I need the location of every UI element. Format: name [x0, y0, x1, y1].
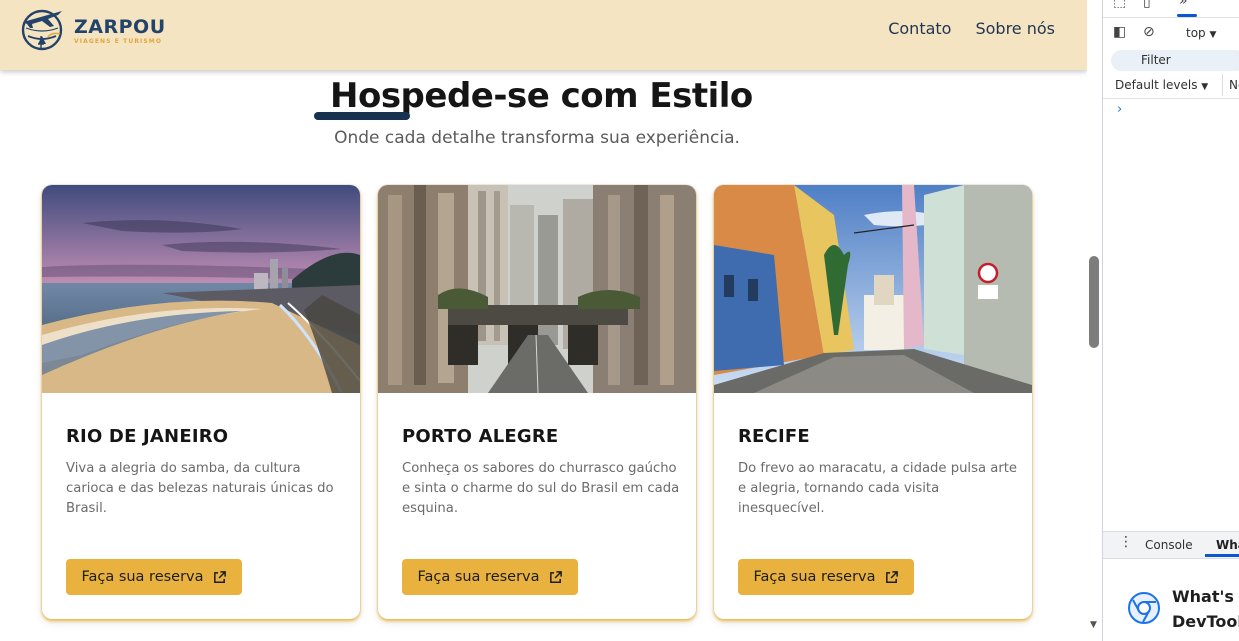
devtools-panel: ⬚ ▯ » ◧ ⊘ top ▼ ▼ Filter Default levels …: [1102, 0, 1239, 641]
nav-link-sobre-nos[interactable]: Sobre nós: [975, 18, 1055, 40]
drawer-tab-whats-new[interactable]: Wha: [1216, 538, 1239, 552]
reserve-button-recife[interactable]: Faça sua reserva: [738, 559, 914, 595]
inspect-element-icon[interactable]: ⬚: [1113, 0, 1126, 10]
title-underline-decoration: [314, 112, 410, 120]
recife-colonial-street-photo: [714, 185, 1032, 393]
brand-logo[interactable]: ZARPOU VIAGENS E TURISMO: [18, 6, 166, 54]
reserve-button-porto-alegre[interactable]: Faça sua reserva: [402, 559, 578, 595]
brand-text: ZARPOU VIAGENS E TURISMO: [74, 16, 166, 45]
external-link-icon: [885, 570, 898, 583]
console-prompt-chevron-icon[interactable]: ›: [1117, 102, 1122, 117]
rio-de-janeiro-beach-photo: [42, 185, 360, 393]
devtools-toolbar: ⬚ ▯ »: [1103, 0, 1239, 18]
sidebar-toggle-icon[interactable]: ◧: [1113, 24, 1126, 40]
whats-new-title-line2: DevTools: [1172, 612, 1239, 631]
card-title: RIO DE JANEIRO: [66, 426, 229, 447]
clear-console-icon[interactable]: ⊘: [1143, 24, 1155, 40]
nav-links: Contato Sobre nós: [888, 18, 1055, 40]
drawer-menu-kebab-icon[interactable]: ⋮: [1119, 534, 1133, 550]
card-title: PORTO ALEGRE: [402, 426, 559, 447]
console-toolbar: ◧ ⊘: [1103, 20, 1239, 46]
console-divider: [1103, 98, 1239, 99]
context-selector-value: top: [1186, 26, 1206, 40]
chrome-devtools-logo-icon: [1128, 592, 1160, 624]
device-toolbar-icon[interactable]: ▯: [1143, 0, 1151, 10]
console-filter-input[interactable]: Filter: [1111, 50, 1239, 71]
destination-card-porto-alegre: PORTO ALEGRE Conheça os sabores do churr…: [378, 185, 696, 619]
card-description: Conheça os sabores do churrasco gaúcho e…: [402, 461, 680, 516]
porto-alegre-street-photo: [378, 185, 696, 393]
card-description: Viva a alegria do samba, da cultura cari…: [66, 461, 334, 516]
browser-window: ZARPOU VIAGENS E TURISMO Contato Sobre n…: [0, 0, 1239, 641]
external-link-icon: [213, 570, 226, 583]
drawer-tab-console[interactable]: Console: [1145, 538, 1193, 552]
more-tabs-chevron-icon[interactable]: »: [1179, 0, 1188, 9]
card-title: RECIFE: [738, 426, 810, 447]
page-subtitle: Onde cada detalhe transforma sua experiê…: [334, 128, 740, 148]
toolbar-divider: [1222, 74, 1223, 96]
reserve-button-rio[interactable]: Faça sua reserva: [66, 559, 242, 595]
reserve-button-label: Faça sua reserva: [81, 569, 204, 585]
scroll-down-arrow-icon[interactable]: ▼: [1090, 620, 1097, 630]
reserve-button-label: Faça sua reserva: [753, 569, 876, 585]
active-tab-indicator: [1177, 14, 1197, 17]
log-levels-dropdown[interactable]: Default levels ▼: [1115, 78, 1208, 92]
website-viewport: ZARPOU VIAGENS E TURISMO Contato Sobre n…: [0, 0, 1087, 641]
destination-card-recife: RECIFE Do frevo ao maracatu, a cidade pu…: [714, 185, 1032, 619]
brand-tagline: VIAGENS E TURISMO: [74, 37, 163, 45]
external-link-icon: [549, 570, 562, 583]
page-scrollbar-thumb[interactable]: [1089, 256, 1099, 348]
card-description: Do frevo ao maracatu, a cidade pulsa art…: [738, 461, 1018, 516]
navbar: ZARPOU VIAGENS E TURISMO Contato Sobre n…: [0, 0, 1087, 70]
nav-link-contato[interactable]: Contato: [888, 18, 951, 40]
airplane-globe-logo-icon: [21, 9, 63, 51]
whats-new-title: What's n DevTools: [1172, 584, 1239, 634]
drawer-active-tab-indicator: [1205, 554, 1239, 557]
truncated-toolbar-item[interactable]: Ne: [1229, 78, 1239, 92]
brand-name: ZARPOU: [74, 15, 166, 38]
log-levels-label: Default levels: [1115, 78, 1198, 92]
reserve-button-label: Faça sua reserva: [417, 569, 540, 585]
destination-card-rio: RIO DE JANEIRO Viva a alegria do samba, …: [42, 185, 360, 619]
context-selector[interactable]: top ▼: [1186, 26, 1216, 40]
whats-new-title-line1: What's n: [1172, 587, 1239, 606]
